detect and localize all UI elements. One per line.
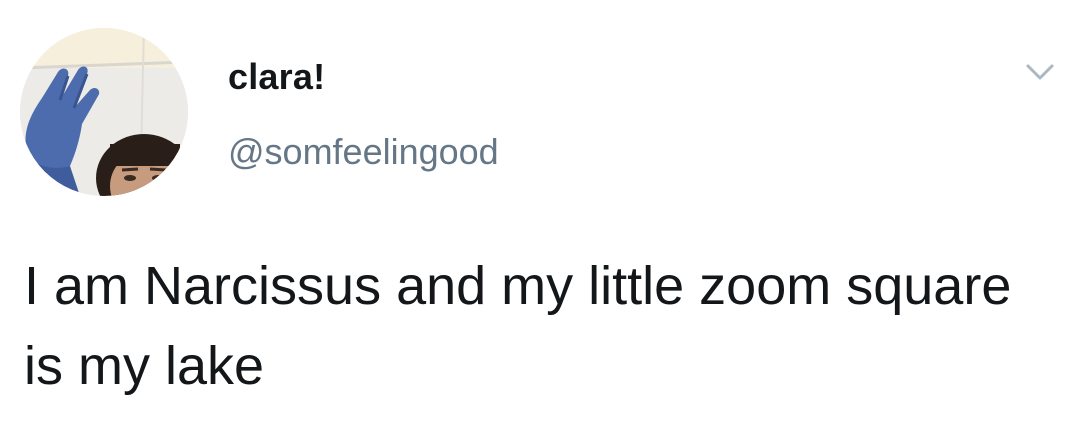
profile-photo-icon [20,28,188,196]
chevron-down-icon [1026,64,1054,80]
author-handle[interactable]: @somfeelingood [228,131,499,173]
author-display-name[interactable]: clara! [228,56,325,98]
tweet-card: clara! @somfeelingood I am Narcissus and… [0,0,1074,444]
avatar[interactable] [20,28,188,196]
tweet-text: I am Narcissus and my little zoom square… [24,256,1012,396]
tweet-menu-button[interactable] [1020,54,1060,90]
